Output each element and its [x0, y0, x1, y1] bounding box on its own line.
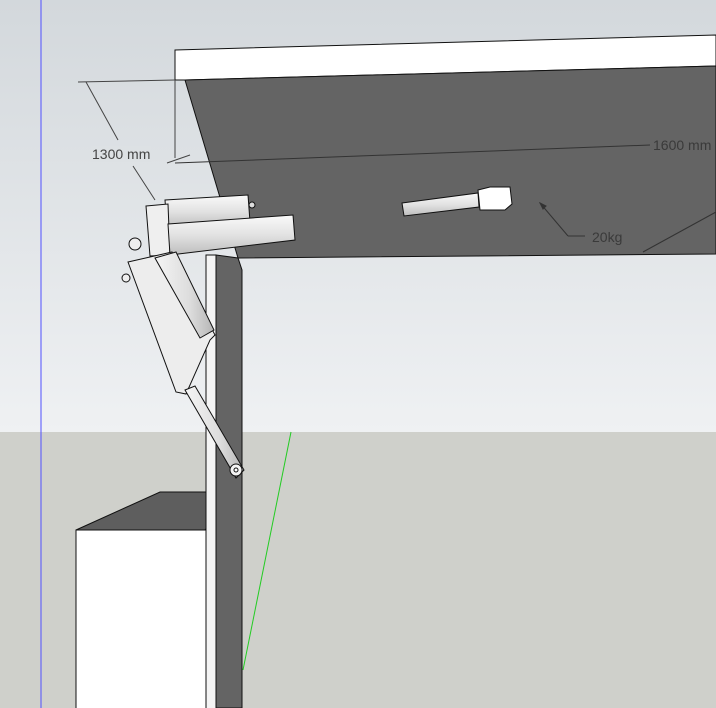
- load-label: 20kg: [592, 229, 623, 245]
- wall-post[interactable]: [205, 254, 243, 708]
- length-dimension-label: 1600 mm: [653, 137, 712, 153]
- height-dimension-label: 1300 mm: [91, 146, 152, 162]
- sketchup-viewport[interactable]: [0, 0, 716, 708]
- white-cabinet[interactable]: [75, 491, 213, 708]
